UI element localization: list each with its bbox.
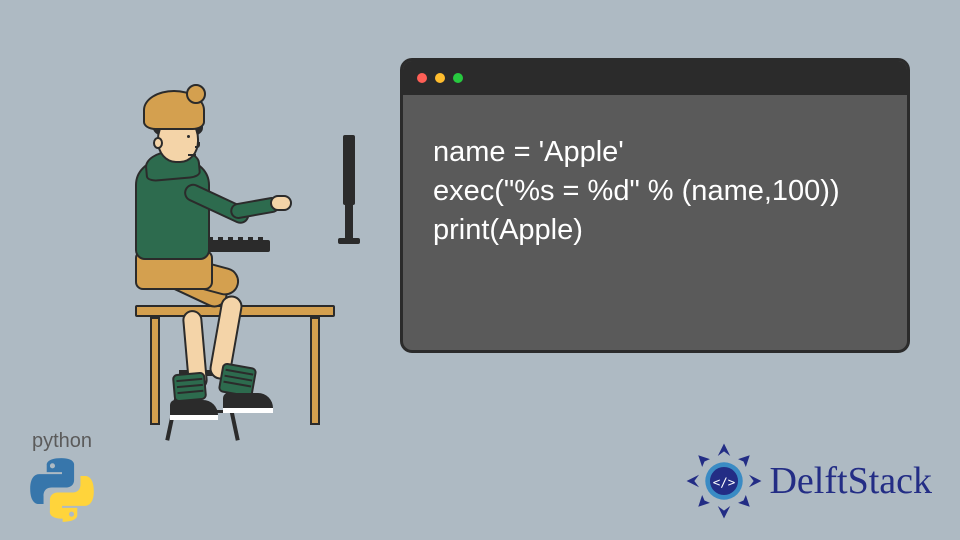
python-label: python: [12, 430, 112, 453]
delftstack-label: DelftStack: [769, 459, 932, 503]
code-window: name = 'Apple' exec("%s = %d" % (name,10…: [400, 58, 910, 353]
person-icon: [95, 95, 275, 425]
window-title-bar: [403, 61, 907, 95]
close-icon[interactable]: [417, 73, 427, 83]
delftstack-logo: </> DelftStack: [685, 442, 932, 520]
python-logo: python: [12, 430, 112, 530]
code-snippet: name = 'Apple' exec("%s = %d" % (name,10…: [403, 95, 907, 288]
code-line-3: print(Apple): [433, 214, 583, 246]
delftstack-icon: </>: [685, 442, 763, 520]
svg-text:</>: </>: [713, 474, 736, 489]
code-line-2: exec("%s = %d" % (name,100)): [433, 175, 840, 207]
monitor-icon: [295, 135, 355, 225]
minimize-icon[interactable]: [435, 73, 445, 83]
python-icon: [27, 455, 97, 525]
hero-illustration: [95, 85, 355, 445]
code-line-1: name = 'Apple': [433, 136, 624, 168]
maximize-icon[interactable]: [453, 73, 463, 83]
